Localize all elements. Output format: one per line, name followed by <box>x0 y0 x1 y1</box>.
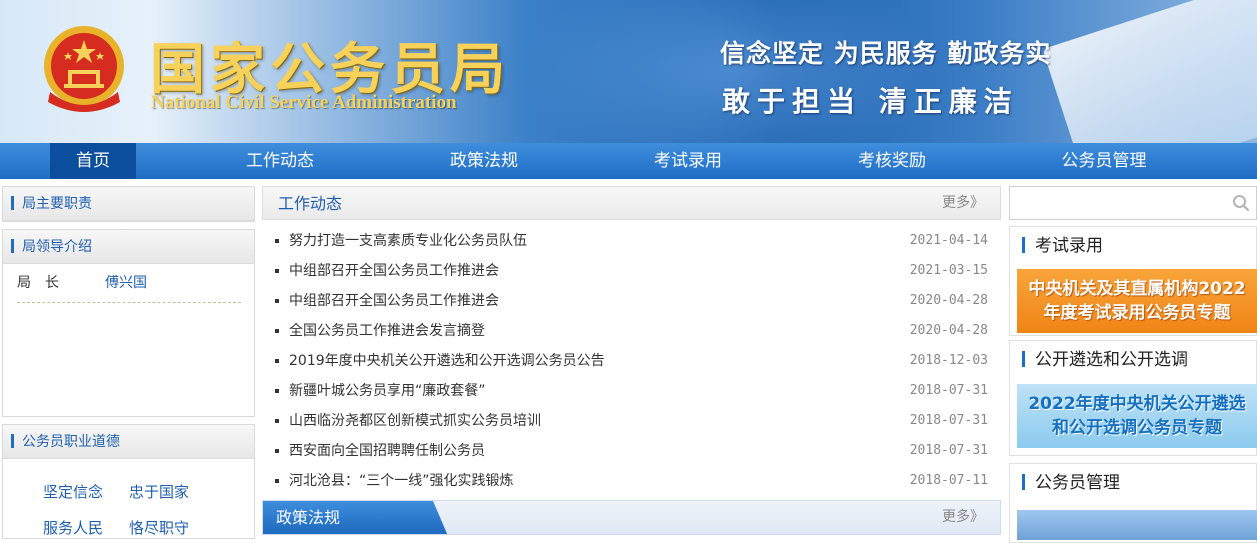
section-bar <box>11 434 14 448</box>
work-news-title[interactable]: 工作动态 <box>278 187 342 221</box>
management-header[interactable]: 公务员管理 <box>1010 464 1256 502</box>
news-title[interactable]: 河北沧县：“三个一线”强化实践锻炼 <box>289 473 514 489</box>
leaders-header[interactable]: 局领导介绍 <box>3 230 254 264</box>
bullet <box>275 449 279 453</box>
policy-header: 政策法规 更多》 <box>262 500 1001 535</box>
ethics-title: 公务员职业道德 <box>22 434 120 450</box>
dotted-divider <box>17 302 241 303</box>
news-item[interactable]: 山西临汾尧都区创新模式抓实公务员培训 2018-07-31 <box>262 406 1001 436</box>
site-title-en: National Civil Service Administration <box>151 92 457 113</box>
section-bar <box>1022 474 1025 490</box>
news-item[interactable]: 中组部召开全国公务员工作推进会 2021-03-15 <box>262 256 1001 286</box>
bullet <box>275 329 279 333</box>
bullet <box>275 389 279 393</box>
news-item[interactable]: 中组部召开全国公务员工作推进会 2020-04-28 <box>262 286 1001 316</box>
news-item[interactable]: 努力打造一支高素质专业化公务员队伍 2021-04-14 <box>262 226 1001 256</box>
transfer-box: 公开遴选和公开选调 2022年度中央机关公开遴选 和公开选调公务员专题 <box>1009 340 1257 456</box>
news-title[interactable]: 中组部召开全国公务员工作推进会 <box>289 263 499 279</box>
news-date: 2021-04-14 <box>909 233 988 248</box>
duties-box: 局主要职责 <box>2 186 255 222</box>
news-item[interactable]: 新疆叶城公务员享用“廉政套餐” 2018-07-31 <box>262 376 1001 406</box>
exam-special-banner[interactable]: 中央机关及其直属机构2022 年度考试录用公务员专题 <box>1017 269 1257 333</box>
transfer-header[interactable]: 公开遴选和公开选调 <box>1010 341 1256 379</box>
bullet <box>275 239 279 243</box>
exam-title: 考试录用 <box>1035 236 1103 256</box>
nav-management[interactable]: 公务员管理 <box>1045 143 1163 179</box>
work-news-more-link[interactable]: 更多》 <box>942 187 984 219</box>
news-date: 2018-12-03 <box>909 353 988 368</box>
news-title[interactable]: 2019年度中央机关公开遴选和公开选调公务员公告 <box>289 353 605 369</box>
leaders-box: 局领导介绍 局 长 傅兴国 <box>2 229 255 417</box>
management-banner-image[interactable] <box>1017 510 1257 540</box>
banner-paper-decoration <box>1042 0 1257 143</box>
slogan-line-1: 信念坚定 为民服务 勤政务实 <box>720 39 1052 68</box>
banner-line: 2022年度中央机关公开遴选 <box>1028 394 1246 414</box>
news-item[interactable]: 全国公务员工作推进会发言摘登 2020-04-28 <box>262 316 1001 346</box>
exam-box: 考试录用 中央机关及其直属机构2022 年度考试录用公务员专题 <box>1009 226 1257 336</box>
search-box <box>1009 186 1257 220</box>
duties-header[interactable]: 局主要职责 <box>3 187 254 221</box>
national-emblem-icon[interactable] <box>40 22 128 118</box>
search-icon[interactable] <box>1232 194 1250 212</box>
section-bar <box>1022 237 1025 253</box>
leaders-title: 局领导介绍 <box>22 239 92 255</box>
news-title[interactable]: 新疆叶城公务员享用“廉政套餐” <box>289 383 486 399</box>
news-title[interactable]: 山西临汾尧都区创新模式抓实公务员培训 <box>289 413 541 429</box>
banner-glow <box>520 0 940 143</box>
news-date: 2020-04-28 <box>909 323 988 338</box>
banner-line: 年度考试录用公务员专题 <box>1043 303 1231 323</box>
work-news-list: 努力打造一支高素质专业化公务员队伍 2021-04-14 中组部召开全国公务员工作… <box>262 226 1001 496</box>
ethic-item[interactable]: 坚定信念 <box>43 481 103 502</box>
news-title[interactable]: 中组部召开全国公务员工作推进会 <box>289 293 499 309</box>
news-item[interactable]: 西安面向全国招聘聘任制公务员 2018-07-31 <box>262 436 1001 466</box>
exam-header[interactable]: 考试录用 <box>1010 227 1256 265</box>
slogan-line-2: 敢于担当 清正廉洁 <box>722 85 1019 118</box>
news-title[interactable]: 全国公务员工作推进会发言摘登 <box>289 323 485 339</box>
bullet <box>275 479 279 483</box>
transfer-special-banner[interactable]: 2022年度中央机关公开遴选 和公开选调公务员专题 <box>1017 384 1257 448</box>
news-date: 2018-07-31 <box>909 383 988 398</box>
banner-line: 和公开选调公务员专题 <box>1052 418 1222 438</box>
news-title[interactable]: 努力打造一支高素质专业化公务员队伍 <box>289 233 527 249</box>
nav-home[interactable]: 首页 <box>50 143 136 179</box>
news-item[interactable]: 河北沧县：“三个一线”强化实践锻炼 2018-07-11 <box>262 466 1001 496</box>
bullet <box>275 269 279 273</box>
management-title: 公务员管理 <box>1035 473 1120 493</box>
news-date: 2021-03-15 <box>909 263 988 278</box>
bullet <box>275 299 279 303</box>
leader-name-link[interactable]: 傅兴国 <box>105 275 147 291</box>
section-bar <box>11 239 14 253</box>
ethics-box: 公务员职业道德 坚定信念 忠于国家 服务人民 恪尽职守 <box>2 424 255 539</box>
bullet <box>275 359 279 363</box>
section-bar <box>1022 351 1025 367</box>
news-item[interactable]: 2019年度中央机关公开遴选和公开选调公务员公告 2018-12-03 <box>262 346 1001 376</box>
banner-line: 中央机关及其直属机构2022 <box>1028 279 1246 299</box>
ethics-header[interactable]: 公务员职业道德 <box>3 425 254 459</box>
section-bar <box>11 196 14 210</box>
transfer-title: 公开遴选和公开选调 <box>1035 350 1188 370</box>
nav-work-news[interactable]: 工作动态 <box>230 143 330 179</box>
leader-row: 局 长 傅兴国 <box>17 272 241 303</box>
nav-exam[interactable]: 考试录用 <box>638 143 738 179</box>
news-date: 2018-07-31 <box>909 413 988 428</box>
management-box: 公务员管理 <box>1009 463 1257 543</box>
search-input[interactable] <box>1010 187 1230 219</box>
ethic-item[interactable]: 忠于国家 <box>129 481 189 502</box>
policy-more-link[interactable]: 更多》 <box>942 501 984 533</box>
leader-role: 局 长 <box>17 275 59 291</box>
bullet <box>275 419 279 423</box>
news-title[interactable]: 西安面向全国招聘聘任制公务员 <box>289 443 485 459</box>
policy-title[interactable]: 政策法规 <box>276 501 340 534</box>
header-banner: 国家公务员局 National Civil Service Administra… <box>0 0 1257 143</box>
news-date: 2020-04-28 <box>909 293 988 308</box>
duties-title: 局主要职责 <box>22 196 92 212</box>
news-date: 2018-07-31 <box>909 443 988 458</box>
main-nav: 首页 工作动态 政策法规 考试录用 考核奖励 公务员管理 <box>0 143 1257 179</box>
nav-policy[interactable]: 政策法规 <box>434 143 534 179</box>
news-date: 2018-07-11 <box>909 473 988 488</box>
work-news-header: 工作动态 更多》 <box>262 186 1001 220</box>
nav-assessment[interactable]: 考核奖励 <box>842 143 942 179</box>
